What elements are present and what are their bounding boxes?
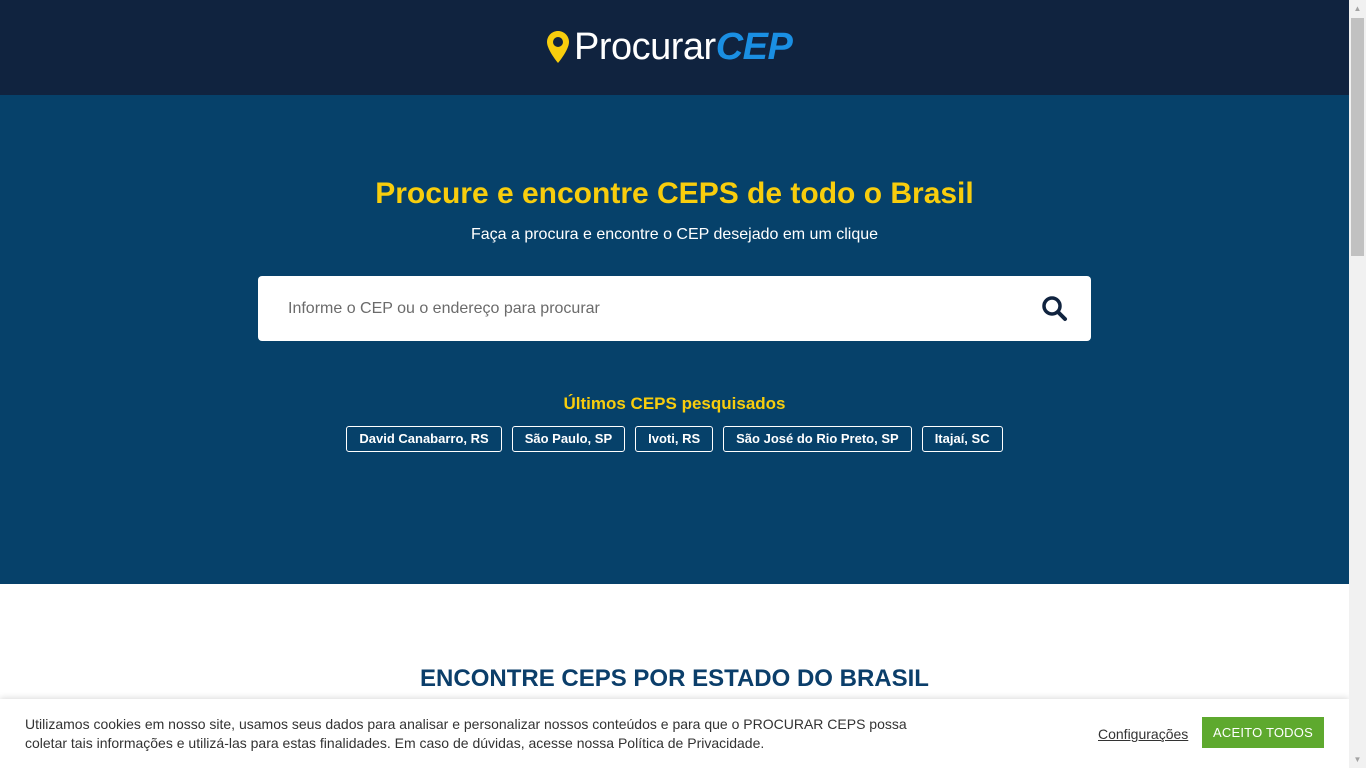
hero-section: Procure e encontre CEPS de todo o Brasil… <box>0 95 1349 584</box>
scroll-up-arrow-icon[interactable]: ▲ <box>1349 0 1366 17</box>
recent-search-chip[interactable]: São Paulo, SP <box>511 426 626 452</box>
recent-searches-list: David Canabarro, RS São Paulo, SP Ivoti,… <box>0 426 1349 452</box>
site-header: ProcurarCEP <box>0 0 1349 95</box>
recent-search-chip[interactable]: Itajaí, SC <box>921 426 1003 452</box>
vertical-scrollbar[interactable]: ▲ ▼ <box>1349 0 1366 768</box>
search-button[interactable] <box>1037 291 1073 327</box>
recent-search-chip[interactable]: São José do Rio Preto, SP <box>723 426 912 452</box>
page: ProcurarCEP Procure e encontre CEPS de t… <box>0 0 1349 768</box>
cookie-consent-text: Utilizamos cookies em nosso site, usamos… <box>25 716 907 751</box>
recent-search-chip[interactable]: David Canabarro, RS <box>346 426 502 452</box>
logo-text-procurar: Procurar <box>574 26 716 68</box>
map-pin-icon <box>547 31 569 63</box>
logo-text-cep: CEP <box>715 26 793 68</box>
recent-search-chip[interactable]: Ivoti, RS <box>635 426 714 452</box>
accept-all-cookies-button[interactable]: ACEITO TODOS <box>1202 717 1324 748</box>
recent-searches-title: Últimos CEPS pesquisados <box>563 394 786 413</box>
cookie-settings-link[interactable]: Configurações <box>1098 724 1188 744</box>
hero-subtitle: Faça a procura e encontre o CEP desejado… <box>470 226 879 243</box>
scrollbar-thumb[interactable] <box>1351 18 1364 256</box>
cookie-consent-bar: Utilizamos cookies em nosso site, usamos… <box>0 699 1349 768</box>
scroll-down-arrow-icon[interactable]: ▼ <box>1349 751 1366 768</box>
search-box <box>258 276 1091 341</box>
hero-title: Procure e encontre CEPS de todo o Brasil <box>375 177 974 210</box>
site-logo[interactable]: ProcurarCEP <box>546 26 793 68</box>
search-icon <box>1042 296 1067 321</box>
search-input[interactable] <box>288 276 1008 341</box>
states-section-title: ENCONTRE CEPS POR ESTADO DO BRASIL <box>420 665 929 692</box>
logo-text: ProcurarCEP <box>574 26 793 68</box>
